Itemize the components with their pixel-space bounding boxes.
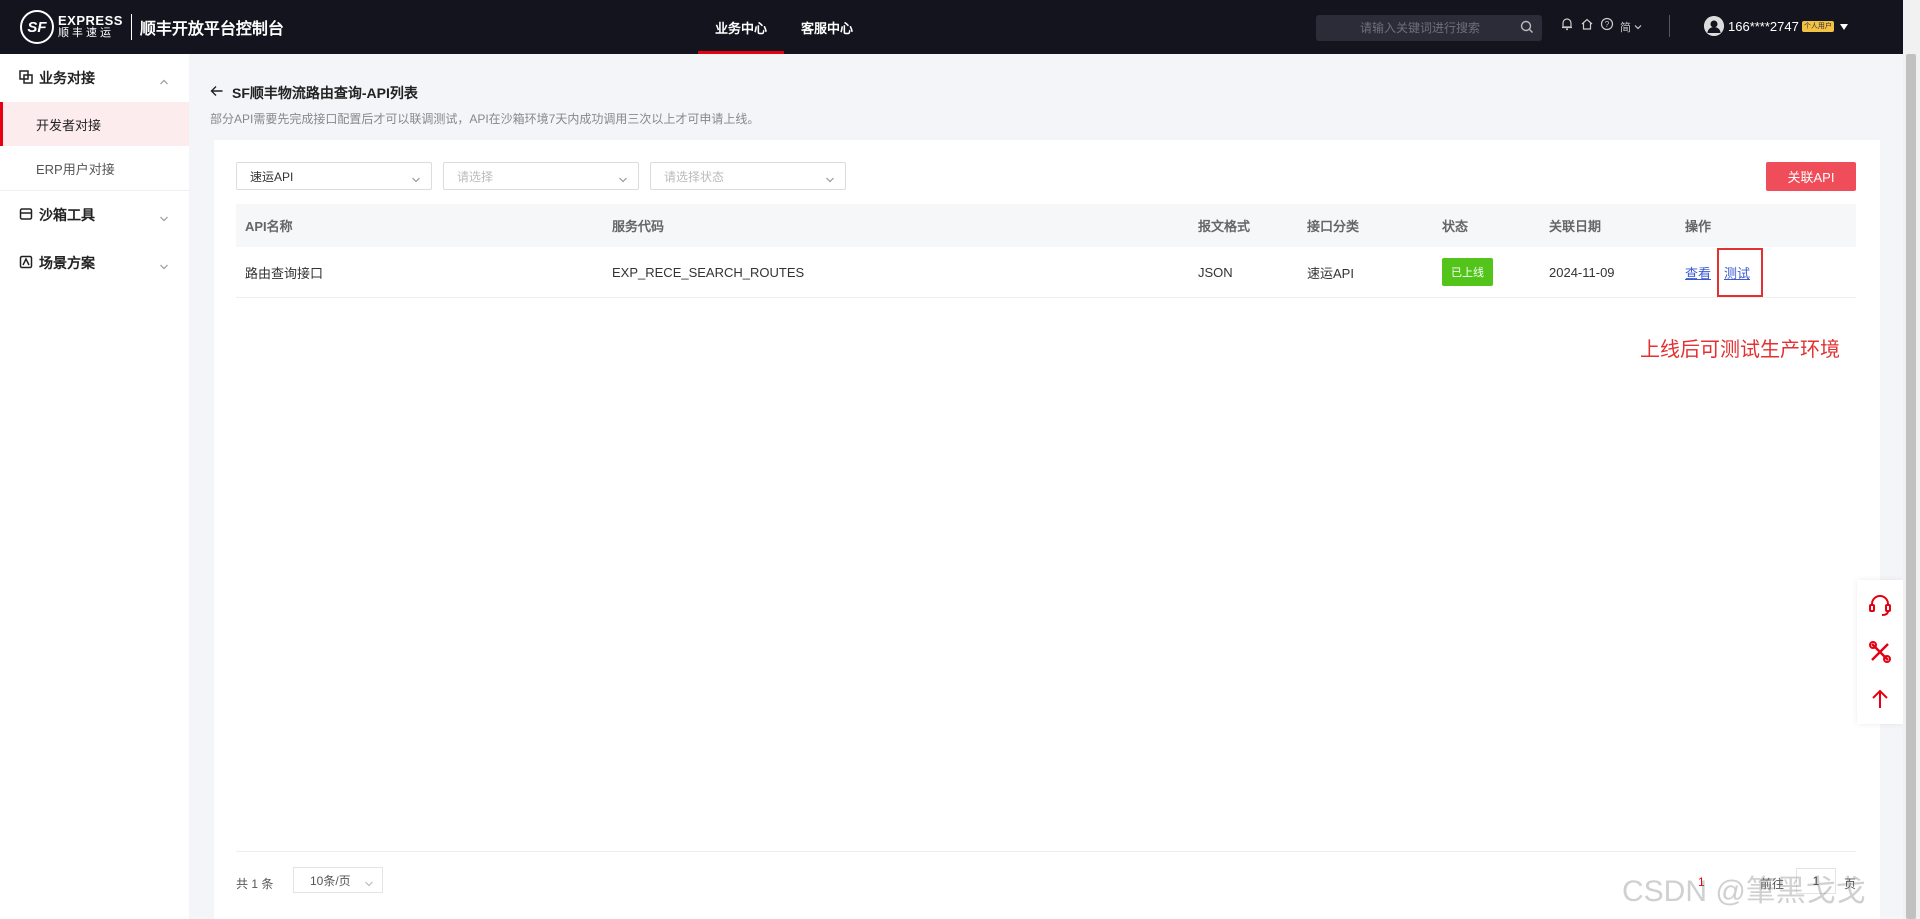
sidebar-item-developer-integration[interactable]: 开发者对接	[0, 102, 189, 146]
back-arrow-icon[interactable]	[210, 84, 224, 102]
sidebar-group-business-integration[interactable]: 业务对接	[0, 54, 189, 102]
top-separator	[1669, 15, 1670, 37]
floating-toolbar	[1857, 580, 1903, 724]
status-select[interactable]: 请选择状态	[650, 162, 846, 190]
headset-icon[interactable]	[1867, 592, 1893, 623]
chevron-up-icon	[159, 73, 169, 89]
logo-en: EXPRESS	[58, 13, 123, 28]
search-icon[interactable]	[1520, 20, 1534, 39]
cell-status: 已上线	[1442, 247, 1493, 297]
column-header-format: 报文格式	[1198, 219, 1251, 234]
column-header-actions: 操作	[1685, 219, 1712, 234]
caret-down-icon	[1839, 19, 1849, 34]
logo-divider	[130, 14, 132, 40]
api-table: API名称 服务代码 报文格式 接口分类 状态 关联日期 操作 路由查询接口 E…	[236, 204, 1856, 298]
logo-cn: 顺丰速运	[58, 27, 114, 39]
filter-select-placeholder: 请选择	[457, 169, 494, 184]
filter-select[interactable]: 请选择	[443, 162, 639, 190]
test-link[interactable]: 测试	[1724, 266, 1750, 281]
user-type-badge: 个人用户	[1801, 20, 1834, 32]
bell-icon[interactable]	[1560, 17, 1574, 36]
table-header: API名称 服务代码 报文格式 接口分类 状态 关联日期 操作	[236, 204, 1856, 247]
title-row: SF顺丰物流路由查询-API列表	[210, 83, 759, 103]
arrow-up-icon[interactable]	[1867, 686, 1893, 717]
sidebar-group-label: 业务对接	[39, 70, 95, 86]
sidebar-group-sandbox-tools[interactable]: 沙箱工具	[0, 191, 189, 239]
nav-customer-service-center[interactable]: 客服中心	[784, 0, 870, 54]
page-title: SF顺丰物流路由查询-API列表	[232, 85, 418, 101]
chevron-down-icon	[159, 258, 169, 274]
table-row: 路由查询接口 EXP_RECE_SEARCH_ROUTES JSON 速运API…	[236, 247, 1856, 298]
chevron-down-icon	[618, 173, 628, 187]
chevron-down-icon	[411, 173, 421, 187]
top-icons: ? 简	[1560, 17, 1643, 36]
logo[interactable]: SF EXPRESS 顺丰速运 顺丰开放平台控制台	[20, 10, 284, 44]
sandbox-icon	[19, 207, 33, 224]
sf-logo-mark: SF	[20, 10, 54, 44]
avatar	[1704, 16, 1724, 36]
integration-icon	[19, 69, 33, 87]
search-box	[1316, 15, 1542, 41]
nav-business-center[interactable]: 业务中心	[698, 0, 785, 54]
help-icon[interactable]: ?	[1600, 17, 1614, 36]
api-type-value: 速运API	[250, 169, 294, 184]
logo-text: EXPRESS 顺丰速运	[58, 14, 123, 40]
cell-category: 速运API	[1307, 265, 1354, 281]
column-header-category: 接口分类	[1307, 219, 1360, 234]
cell-service-code: EXP_RECE_SEARCH_ROUTES	[612, 264, 805, 280]
cell-actions: 查看 测试	[1685, 247, 1764, 297]
sidebar-group-label: 沙箱工具	[39, 207, 95, 223]
cell-api-name: 路由查询接口	[245, 265, 324, 281]
page-size-value: 10条/页	[310, 873, 351, 888]
svg-text:?: ?	[1605, 20, 1610, 29]
footer-divider	[236, 851, 1856, 852]
column-header-date: 关联日期	[1549, 219, 1602, 234]
tools-icon[interactable]	[1867, 639, 1893, 670]
link-api-button[interactable]: 关联API	[1766, 162, 1856, 191]
language-label: 简	[1620, 21, 1631, 34]
sidebar: 业务对接 开发者对接 ERP用户对接 沙箱工具 场景方案	[0, 54, 189, 919]
user-menu[interactable]: 166****2747 个人用户	[1704, 16, 1849, 36]
page-size-select[interactable]: 10条/页	[293, 867, 383, 893]
platform-title: 顺丰开放平台控制台	[139, 21, 284, 38]
sidebar-group-label: 场景方案	[39, 255, 95, 271]
sidebar-item-erp-integration[interactable]: ERP用户对接	[0, 146, 189, 190]
cell-date: 2024-11-09	[1549, 264, 1615, 280]
view-link[interactable]: 查看	[1685, 263, 1711, 282]
cell-format: JSON	[1198, 264, 1233, 280]
annotation-text: 上线后可测试生产环境	[1640, 339, 1840, 361]
watermark: CSDN @筆黑戈戈	[1622, 875, 1866, 908]
api-list-card: 速运API 请选择 请选择状态 关联API API名称 服务代码 报文格式 接口…	[214, 140, 1880, 919]
home-icon[interactable]	[1580, 17, 1594, 36]
page-description: 部分API需要先完成接口配置后才可以联调测试，API在沙箱环境7天内成功调用三次…	[210, 112, 760, 126]
column-header-api-name: API名称	[245, 219, 293, 234]
language-icon[interactable]: 简	[1620, 19, 1643, 35]
chevron-down-icon	[364, 877, 374, 891]
chevron-down-icon	[159, 210, 169, 226]
column-header-status: 状态	[1442, 219, 1469, 234]
user-name: 166****2747	[1728, 18, 1799, 34]
page-header: SF顺丰物流路由查询-API列表 部分API需要先完成接口配置后才可以联调测试，…	[210, 83, 759, 127]
test-link-wrapper: 测试	[1717, 247, 1764, 297]
search-input[interactable]	[1316, 21, 1506, 35]
top-bar: SF EXPRESS 顺丰速运 顺丰开放平台控制台 业务中心 客服中心 ? 简	[0, 0, 1920, 54]
scenario-icon	[19, 255, 33, 272]
top-nav: 业务中心 客服中心	[698, 0, 870, 54]
sidebar-group-scenario-solutions[interactable]: 场景方案	[0, 239, 189, 287]
api-type-select[interactable]: 速运API	[236, 162, 432, 190]
scrollbar-thumb[interactable]	[1906, 54, 1916, 919]
total-count: 共 1 条	[236, 877, 274, 891]
column-header-service-code: 服务代码	[612, 219, 665, 234]
status-badge: 已上线	[1442, 258, 1493, 286]
status-select-placeholder: 请选择状态	[664, 169, 725, 184]
chevron-down-icon	[825, 173, 835, 187]
